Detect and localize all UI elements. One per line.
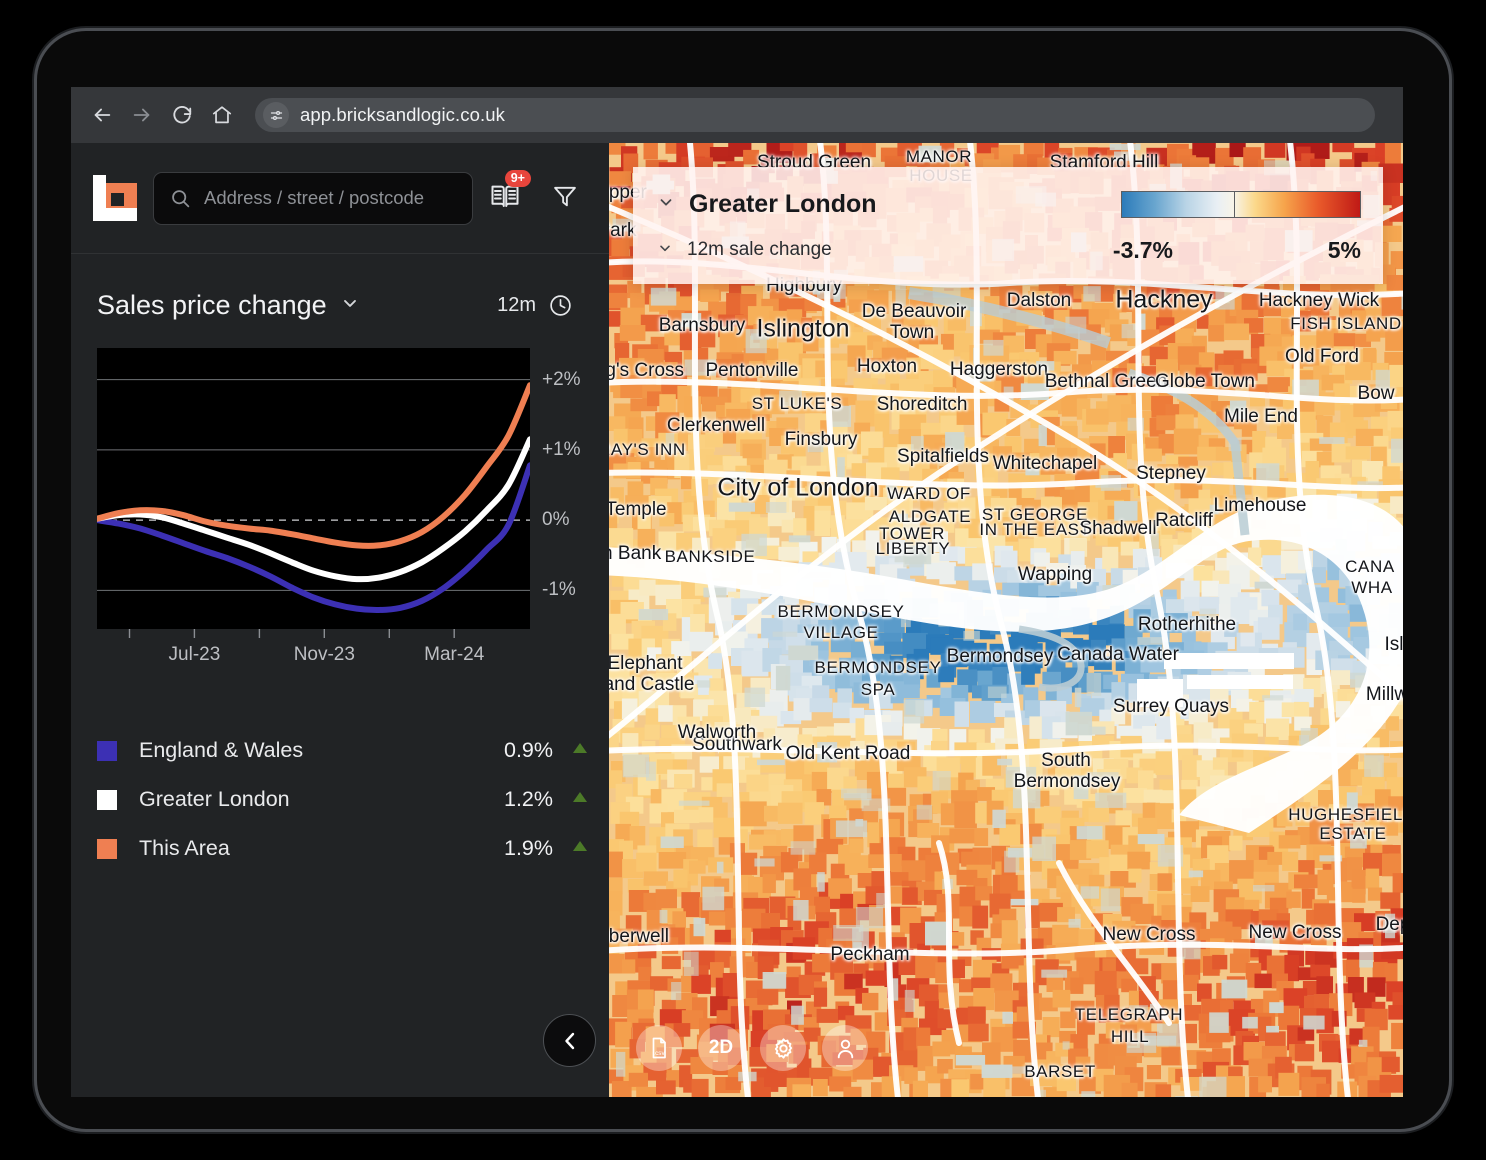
color-scale-max-label: 5% — [1327, 236, 1361, 263]
chevron-down-icon[interactable] — [657, 193, 675, 216]
map-info-overlay: Greater London 12m sale change -3.7% 5% — [633, 167, 1383, 284]
chart-plot-area — [94, 348, 533, 629]
browser-toolbar: app.bricksandlogic.co.uk — [71, 87, 1403, 143]
chart-panel-header: Sales price change 12m — [71, 254, 609, 321]
collapse-sidebar-button[interactable] — [543, 1014, 596, 1067]
y-axis-tick-label: +1% — [542, 438, 581, 460]
x-axis-tick-label: Jul-23 — [168, 644, 221, 665]
chevron-down-icon[interactable] — [657, 240, 673, 261]
home-button[interactable] — [205, 98, 239, 132]
2d-label: 2D — [708, 1037, 734, 1058]
2d-toggle-button[interactable]: 2D — [698, 1025, 744, 1071]
filter-funnel-icon[interactable] — [551, 182, 579, 215]
y-axis-tick-label: -1% — [542, 579, 576, 601]
csv-download-button[interactable]: .csv — [636, 1025, 682, 1071]
overlay-metric-row[interactable]: 12m sale change -3.7% 5% — [657, 229, 1361, 271]
user-profile-button[interactable] — [822, 1025, 868, 1071]
x-axis-tick-label: Nov-23 — [293, 644, 355, 665]
application-root: Address / street / postcode 9+ Sales pri… — [71, 143, 1403, 1097]
legend-color-swatch — [97, 838, 117, 859]
y-axis-tick-label: 0% — [542, 509, 570, 531]
chart-legend: England & Wales 0.9% Greater London 1.2% Thi… — [97, 726, 589, 873]
forward-button[interactable] — [125, 98, 159, 132]
tablet-device-frame: app.bricksandlogic.co.uk Address / stree… — [34, 28, 1452, 1132]
trend-up-icon — [571, 790, 589, 809]
chart-svg — [94, 379, 533, 614]
map-tiles — [609, 143, 1403, 1097]
legend-series-name: This Area — [139, 836, 230, 860]
clock-icon — [548, 293, 573, 318]
map-settings-button[interactable] — [760, 1025, 806, 1071]
overlay-metric-label: 12m sale change — [687, 239, 832, 260]
choropleth-map[interactable]: Stroud GreenMANORHOUSEStamford HillUpper… — [609, 143, 1403, 1097]
chart-period-label: 12m — [497, 294, 536, 316]
legend-series-value: 1.9% — [503, 836, 553, 860]
book-report-icon[interactable]: 9+ — [489, 169, 531, 216]
bricksandlogic-logo[interactable] — [93, 175, 137, 221]
search-icon — [170, 188, 191, 209]
chart-period-control[interactable]: 12m — [497, 293, 573, 318]
legend-series-value: 0.9% — [503, 738, 553, 762]
left-sidebar: Address / street / postcode 9+ Sales pri… — [71, 143, 609, 1097]
notification-badge: 9+ — [504, 169, 531, 187]
map-color-scale — [1121, 190, 1361, 218]
color-scale-min-label: -3.7% — [1112, 236, 1173, 263]
trend-up-icon — [571, 839, 589, 858]
tablet-screen: app.bricksandlogic.co.uk Address / stree… — [71, 87, 1403, 1097]
trend-up-icon — [571, 741, 589, 760]
search-placeholder: Address / street / postcode — [204, 187, 425, 208]
chart-title[interactable]: Sales price change — [97, 290, 327, 321]
legend-color-swatch — [97, 789, 117, 810]
address-bar[interactable]: app.bricksandlogic.co.uk — [255, 98, 1375, 132]
svg-text:.csv: .csv — [653, 1050, 665, 1057]
overlay-title-row[interactable]: Greater London — [657, 181, 1361, 227]
legend-series-name: Greater London — [139, 787, 290, 811]
search-input[interactable]: Address / street / postcode — [153, 171, 473, 225]
price-change-chart: +2% +1% 0% -1% Jul-23 Nov-23 Mar-24 — [94, 348, 589, 678]
chevron-down-icon[interactable] — [340, 293, 360, 318]
x-axis-ticks — [128, 629, 455, 638]
sidebar-header: Address / street / postcode 9+ — [71, 143, 609, 254]
legend-series-name: England & Wales — [139, 738, 304, 762]
site-settings-icon[interactable] — [263, 102, 289, 128]
color-scale-midpoint — [1233, 191, 1235, 217]
legend-series-value: 1.2% — [503, 787, 553, 811]
map-tool-buttons: .csv 2D — [636, 1025, 868, 1071]
back-button[interactable] — [85, 98, 119, 132]
url-text: app.bricksandlogic.co.uk — [300, 104, 505, 125]
legend-color-swatch — [97, 740, 117, 761]
x-axis-tick-label: Mar-24 — [424, 644, 485, 665]
overlay-area-title: Greater London — [689, 189, 877, 218]
y-axis-tick-label: +2% — [542, 368, 581, 390]
legend-row[interactable]: England & Wales 0.9% — [97, 726, 589, 775]
legend-row[interactable]: This Area 1.9% — [97, 824, 589, 873]
x-axis-labels: Jul-23 Nov-23 Mar-24 — [97, 644, 530, 674]
reload-button[interactable] — [165, 98, 199, 132]
y-axis-labels: +2% +1% 0% -1% — [542, 348, 612, 629]
legend-row[interactable]: Greater London 1.2% — [97, 775, 589, 824]
